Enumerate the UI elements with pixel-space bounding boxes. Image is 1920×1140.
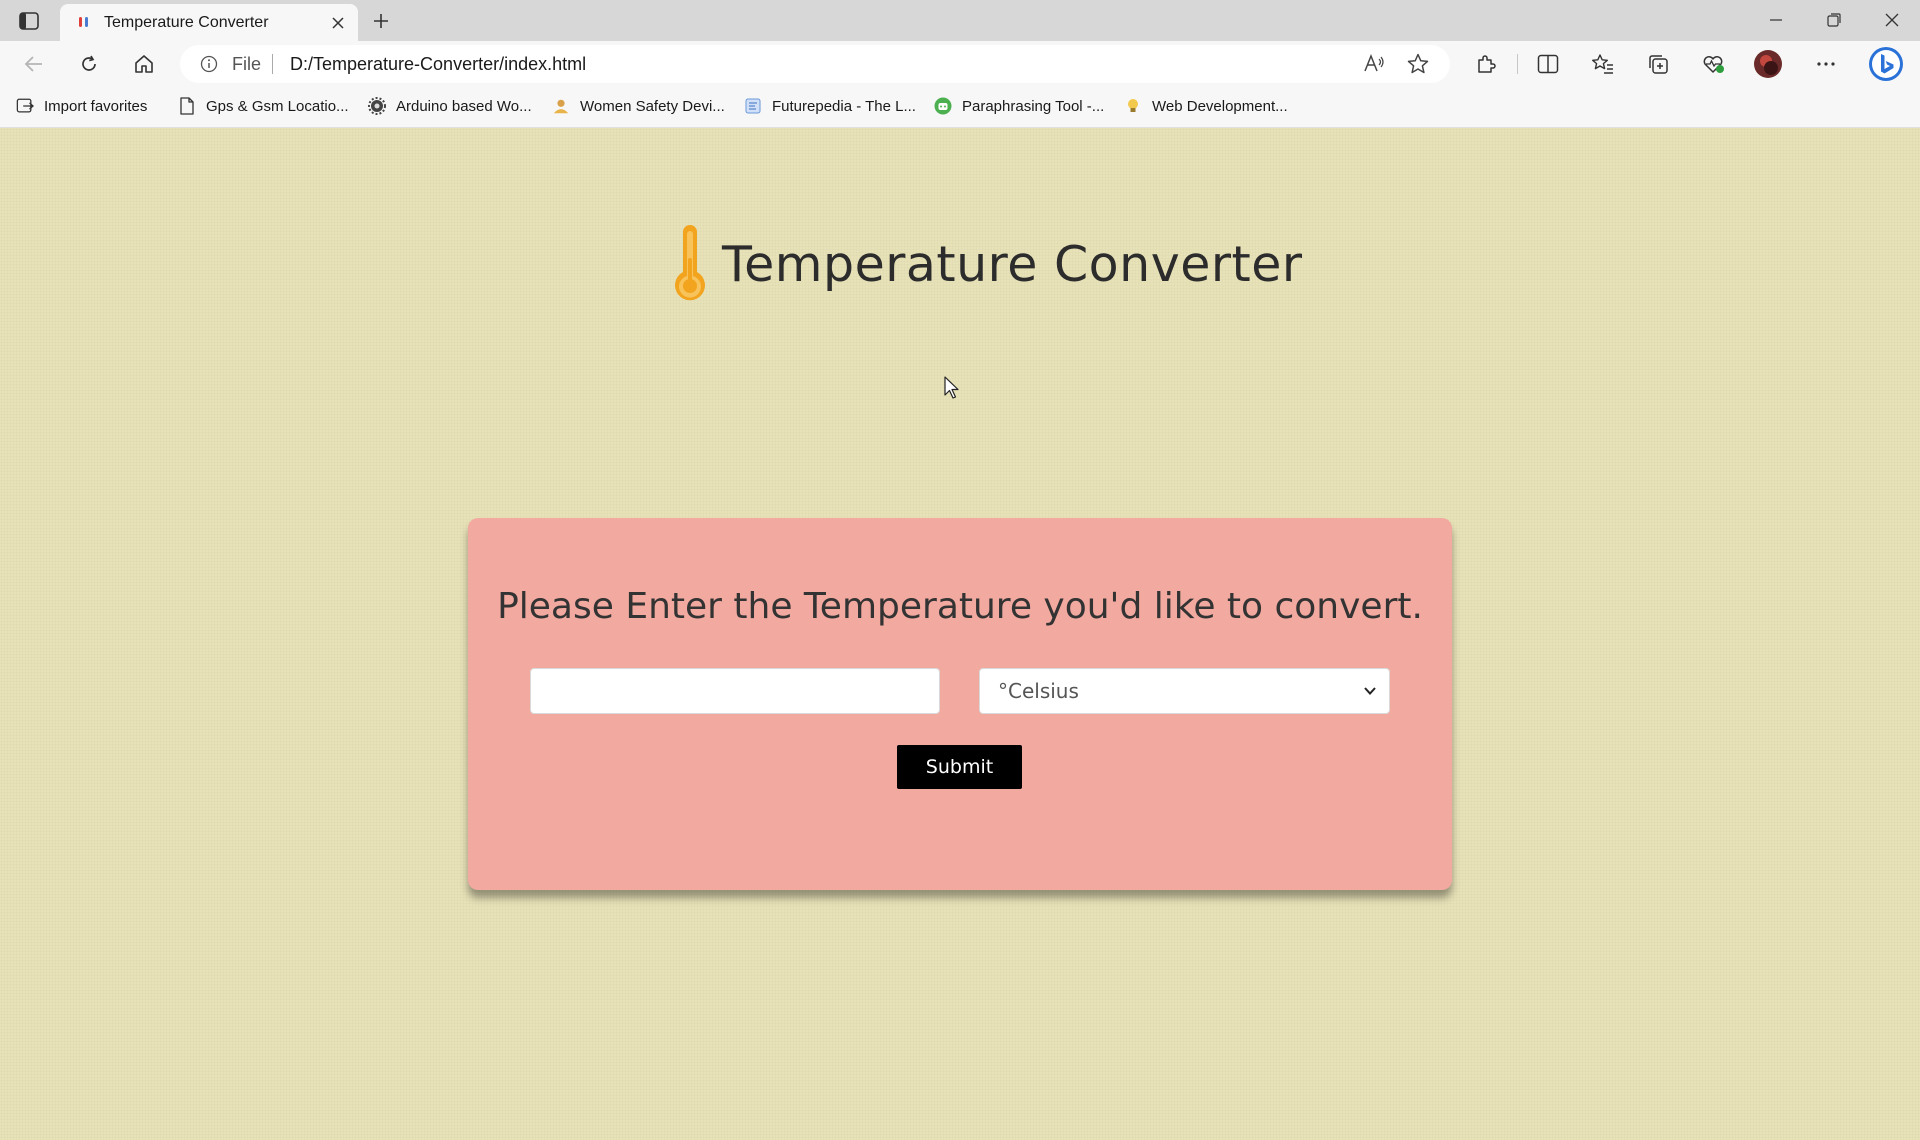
bookmark-label: Futurepedia - The L... bbox=[772, 97, 916, 115]
more-dots-icon bbox=[1817, 62, 1835, 66]
collections-button[interactable] bbox=[1640, 48, 1676, 80]
split-screen-icon bbox=[1537, 54, 1559, 74]
home-icon bbox=[135, 55, 153, 73]
bookmark-gps-gsm[interactable]: Gps & Gsm Locatio... bbox=[178, 97, 349, 115]
bookmark-label: Paraphrasing Tool -... bbox=[962, 97, 1105, 115]
avatar bbox=[1754, 50, 1782, 78]
toolbar-divider bbox=[1517, 54, 1518, 74]
new-tab-button[interactable] bbox=[366, 7, 396, 35]
bookmark-label: Gps & Gsm Locatio... bbox=[206, 97, 349, 115]
mouse-cursor-icon bbox=[944, 376, 959, 399]
minimize-icon bbox=[1770, 19, 1782, 21]
bookmark-paraphrasing-tool[interactable]: Paraphrasing Tool -... bbox=[934, 97, 1104, 115]
home-button[interactable] bbox=[126, 48, 162, 80]
page-title: Temperature Converter bbox=[722, 235, 1303, 293]
heart-pulse-icon bbox=[1703, 56, 1724, 73]
browser-essentials-button[interactable] bbox=[1695, 48, 1731, 80]
page-icon bbox=[178, 97, 196, 115]
url-text[interactable]: D:/Temperature-Converter/index.html bbox=[290, 54, 586, 75]
favorites-list-icon bbox=[1592, 54, 1613, 74]
page-header: Temperature Converter bbox=[668, 224, 1303, 304]
bookmark-label: Web Development... bbox=[1152, 97, 1288, 115]
unit-select[interactable]: °Celsius bbox=[979, 668, 1390, 714]
submit-button[interactable]: Submit bbox=[897, 745, 1022, 789]
close-icon bbox=[1885, 13, 1899, 27]
bookmark-label: Import favorites bbox=[44, 97, 148, 115]
scheme-label: File bbox=[232, 54, 262, 74]
collections-icon bbox=[1649, 55, 1668, 74]
close-icon bbox=[332, 16, 344, 29]
close-window-button[interactable] bbox=[1864, 0, 1920, 40]
converter-card: Please Enter the Temperature you'd like … bbox=[468, 518, 1452, 890]
bookmark-label: Women Safety Devi... bbox=[580, 97, 725, 115]
bookmark-arduino[interactable]: Arduino based Wo... bbox=[368, 97, 532, 115]
extensions-button[interactable] bbox=[1468, 48, 1504, 80]
page-content: Temperature Converter Please Enter the T… bbox=[0, 128, 1920, 1140]
person-icon bbox=[552, 97, 570, 115]
thermometer-icon bbox=[675, 225, 705, 301]
settings-more-button[interactable] bbox=[1808, 48, 1844, 80]
import-icon bbox=[16, 97, 34, 115]
restore-icon bbox=[1827, 13, 1841, 27]
favorites-button[interactable] bbox=[1585, 48, 1621, 80]
navigation-toolbar: File D:/Temperature-Converter/index.html bbox=[0, 41, 1920, 87]
converter-prompt: Please Enter the Temperature you'd like … bbox=[497, 586, 1423, 627]
tab-actions-button[interactable] bbox=[14, 8, 44, 34]
tab-title: Temperature Converter bbox=[104, 13, 269, 31]
minimize-button[interactable] bbox=[1748, 0, 1804, 40]
chevron-down-icon bbox=[1364, 687, 1376, 695]
refresh-icon bbox=[82, 55, 96, 71]
tab-actions-icon bbox=[19, 12, 39, 30]
restore-button[interactable] bbox=[1806, 0, 1862, 40]
refresh-button[interactable] bbox=[71, 48, 107, 80]
temperature-input[interactable] bbox=[530, 668, 940, 714]
info-icon[interactable] bbox=[200, 55, 218, 73]
active-tab[interactable]: Temperature Converter bbox=[60, 4, 358, 41]
bing-copilot-icon bbox=[1869, 47, 1903, 81]
bookmark-import-favorites[interactable]: Import favorites bbox=[16, 97, 147, 115]
address-divider bbox=[272, 54, 273, 74]
address-bar[interactable]: File D:/Temperature-Converter/index.html bbox=[180, 45, 1450, 83]
site-icon bbox=[744, 97, 762, 115]
read-aloud-icon[interactable] bbox=[1362, 52, 1386, 76]
plus-icon bbox=[374, 14, 388, 28]
favorites-bar: Import favorites Gps & Gsm Locatio... Ar… bbox=[0, 87, 1920, 128]
close-tab-button[interactable] bbox=[324, 9, 352, 37]
unit-select-value: °Celsius bbox=[998, 679, 1079, 703]
gear-icon bbox=[368, 97, 386, 115]
bookmark-futurepedia[interactable]: Futurepedia - The L... bbox=[744, 97, 916, 115]
tab-strip: Temperature Converter bbox=[0, 0, 1920, 41]
split-screen-button[interactable] bbox=[1530, 48, 1566, 80]
bookmark-label: Arduino based Wo... bbox=[396, 97, 532, 115]
puzzle-icon bbox=[1478, 55, 1496, 73]
thermometer-favicon-icon bbox=[79, 16, 88, 27]
bookmark-web-development[interactable]: Web Development... bbox=[1124, 97, 1288, 115]
bookmark-women-safety[interactable]: Women Safety Devi... bbox=[552, 97, 725, 115]
profile-button[interactable] bbox=[1750, 48, 1786, 80]
back-arrow-icon bbox=[24, 56, 42, 72]
copilot-button[interactable] bbox=[1864, 45, 1908, 83]
favorite-star-icon[interactable] bbox=[1406, 52, 1430, 76]
bulb-icon bbox=[1124, 97, 1142, 115]
robot-icon bbox=[934, 97, 952, 115]
back-button[interactable] bbox=[16, 48, 52, 80]
